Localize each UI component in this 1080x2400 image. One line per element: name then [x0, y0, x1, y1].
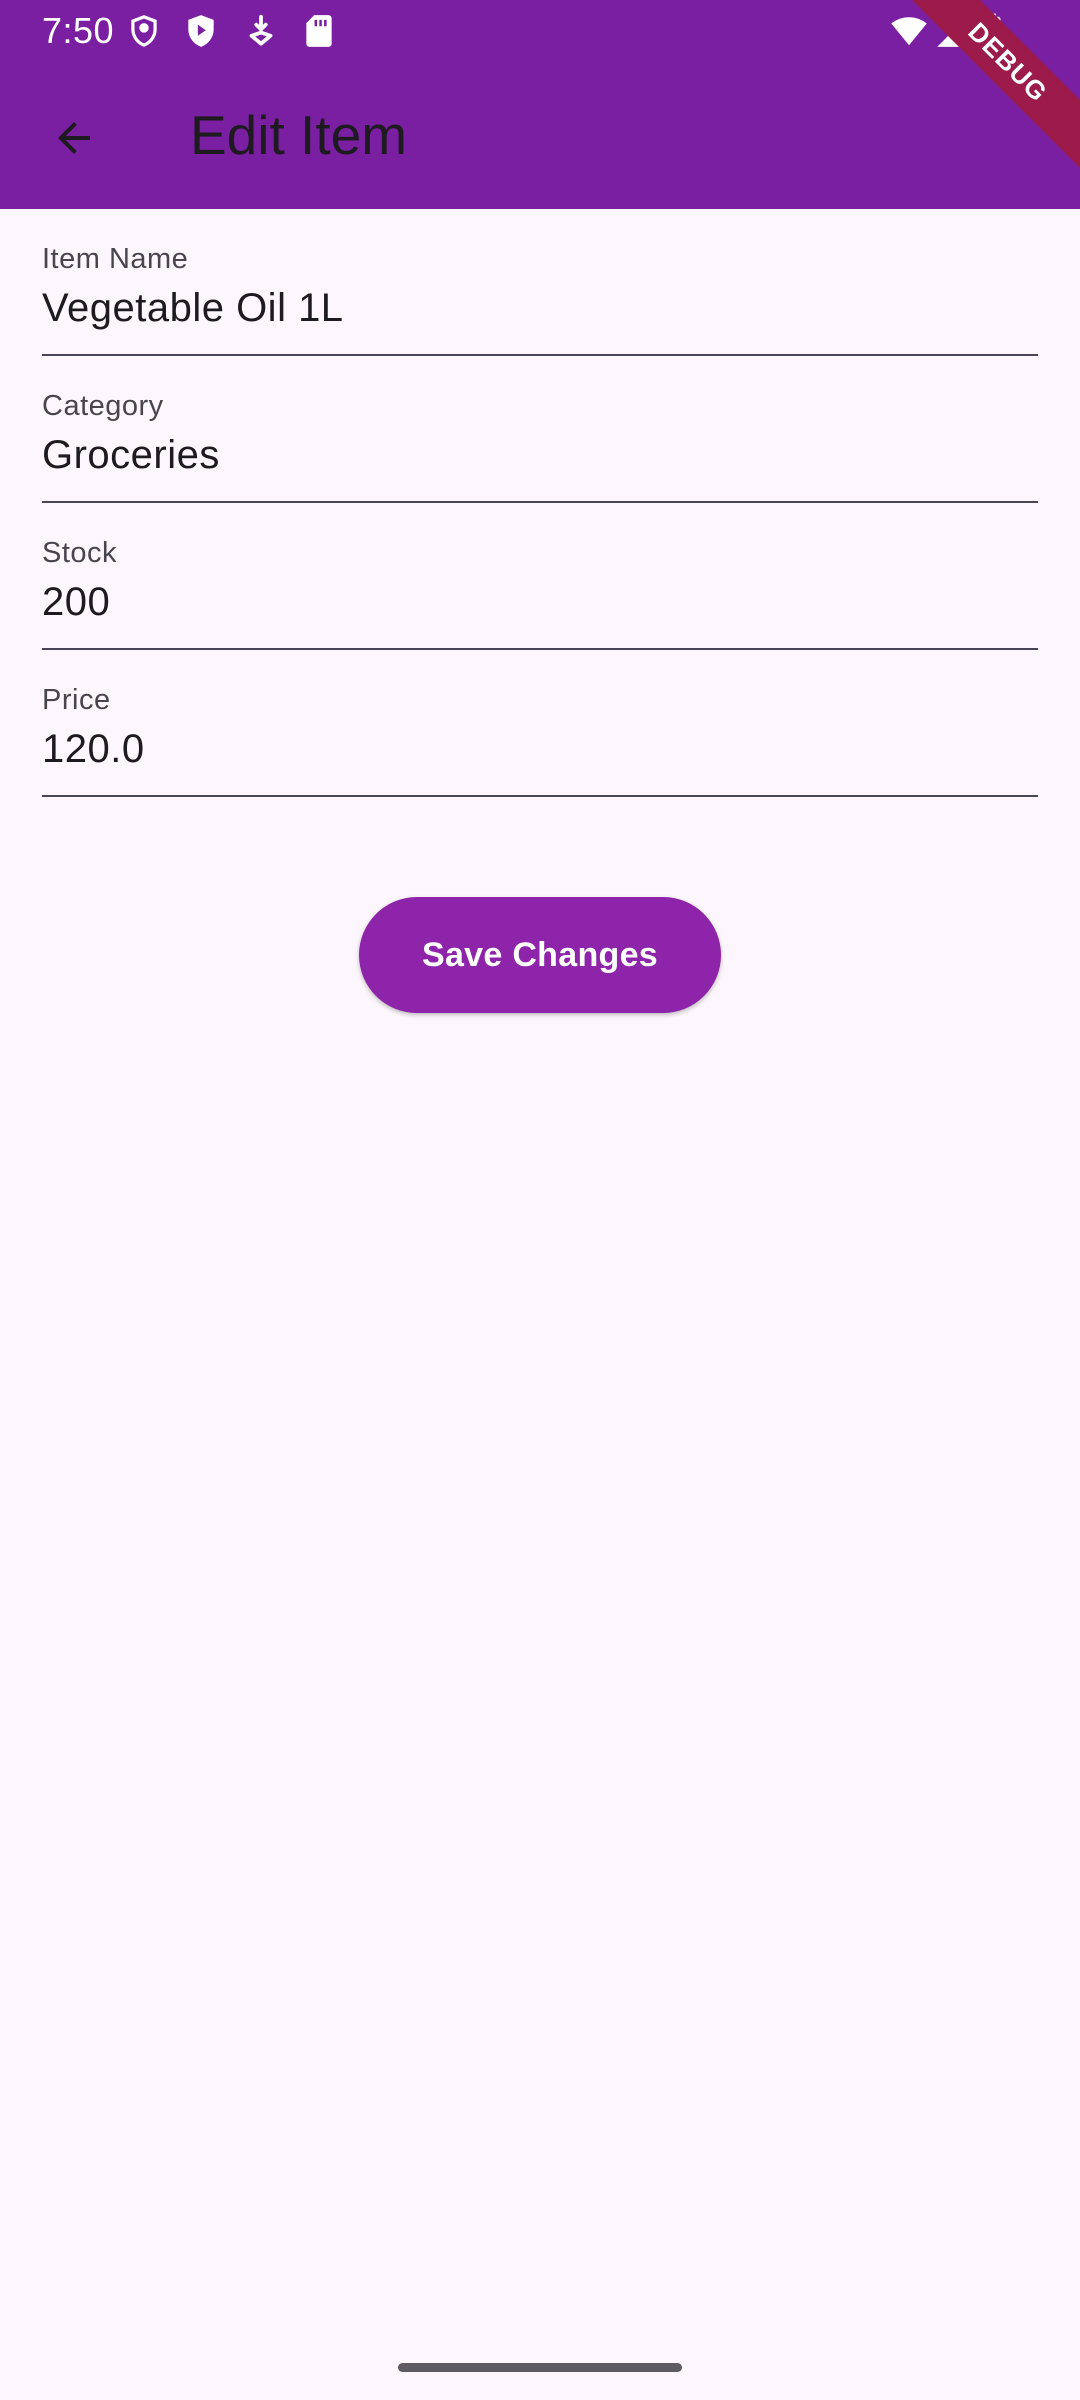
- top-app-area: 7:50 Edit Item DEBUG: [0, 0, 1080, 209]
- edit-item-form: Item Name Category Stock Price: [42, 209, 1038, 797]
- category-label: Category: [42, 390, 164, 422]
- item-name-field[interactable]: Item Name: [42, 209, 1038, 356]
- wifi-icon: [888, 12, 930, 50]
- category-field[interactable]: Category: [42, 356, 1038, 503]
- item-name-input[interactable]: [42, 280, 1038, 336]
- save-changes-button[interactable]: Save Changes: [359, 897, 721, 1013]
- shield-play-icon: [182, 12, 220, 50]
- stock-input[interactable]: [42, 574, 1038, 630]
- app-bar: Edit Item: [0, 62, 1080, 209]
- home-indicator[interactable]: [398, 2363, 682, 2372]
- stock-field[interactable]: Stock: [42, 503, 1038, 650]
- category-input[interactable]: [42, 427, 1038, 483]
- status-bar: 7:50: [0, 0, 1080, 62]
- status-time: 7:50: [42, 10, 115, 51]
- price-field[interactable]: Price: [42, 650, 1038, 797]
- shield-outline-icon: [125, 12, 163, 50]
- page-title: Edit Item: [190, 104, 408, 166]
- arrow-back-icon: [58, 122, 90, 154]
- price-input[interactable]: [42, 721, 1038, 777]
- back-button[interactable]: [26, 102, 122, 174]
- download-badge-icon: [242, 12, 280, 50]
- item-name-label: Item Name: [42, 243, 189, 275]
- stock-label: Stock: [42, 537, 118, 569]
- price-label: Price: [42, 684, 111, 716]
- sd-card-icon: [300, 12, 338, 50]
